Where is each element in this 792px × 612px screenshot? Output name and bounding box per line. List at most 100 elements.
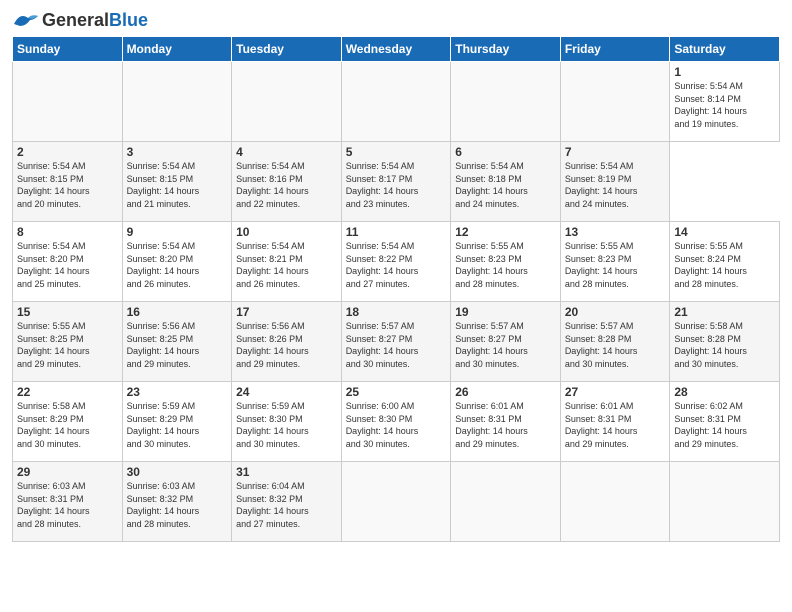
day-number: 8: [17, 225, 118, 239]
logo-icon: [12, 10, 40, 30]
day-info: Sunrise: 6:01 AMSunset: 8:31 PMDaylight:…: [455, 400, 556, 450]
day-cell-14: 14 Sunrise: 5:55 AMSunset: 8:24 PMDaylig…: [670, 222, 780, 302]
day-number: 3: [127, 145, 228, 159]
day-number: 26: [455, 385, 556, 399]
weekday-header-sunday: Sunday: [13, 37, 123, 62]
day-number: 14: [674, 225, 775, 239]
day-number: 29: [17, 465, 118, 479]
logo-text: GeneralBlue: [42, 11, 148, 29]
day-info: Sunrise: 5:54 AMSunset: 8:17 PMDaylight:…: [346, 160, 447, 210]
day-info: Sunrise: 5:57 AMSunset: 8:27 PMDaylight:…: [455, 320, 556, 370]
day-info: Sunrise: 5:58 AMSunset: 8:29 PMDaylight:…: [17, 400, 118, 450]
page-container: GeneralBlue SundayMondayTuesdayWednesday…: [0, 0, 792, 550]
day-cell-25: 25 Sunrise: 6:00 AMSunset: 8:30 PMDaylig…: [341, 382, 451, 462]
day-number: 19: [455, 305, 556, 319]
day-info: Sunrise: 5:54 AMSunset: 8:15 PMDaylight:…: [17, 160, 118, 210]
day-info: Sunrise: 5:59 AMSunset: 8:30 PMDaylight:…: [236, 400, 337, 450]
day-cell-15: 15 Sunrise: 5:55 AMSunset: 8:25 PMDaylig…: [13, 302, 123, 382]
day-cell-28: 28 Sunrise: 6:02 AMSunset: 8:31 PMDaylig…: [670, 382, 780, 462]
day-cell-13: 13 Sunrise: 5:55 AMSunset: 8:23 PMDaylig…: [560, 222, 670, 302]
day-cell-26: 26 Sunrise: 6:01 AMSunset: 8:31 PMDaylig…: [451, 382, 561, 462]
day-info: Sunrise: 5:59 AMSunset: 8:29 PMDaylight:…: [127, 400, 228, 450]
day-number: 11: [346, 225, 447, 239]
day-cell-3: 3 Sunrise: 5:54 AMSunset: 8:15 PMDayligh…: [122, 142, 232, 222]
day-number: 24: [236, 385, 337, 399]
day-cell-11: 11 Sunrise: 5:54 AMSunset: 8:22 PMDaylig…: [341, 222, 451, 302]
weekday-header-thursday: Thursday: [451, 37, 561, 62]
empty-cell: [13, 62, 123, 142]
empty-cell: [451, 62, 561, 142]
day-cell-1: 1 Sunrise: 5:54 AMSunset: 8:14 PMDayligh…: [670, 62, 780, 142]
day-info: Sunrise: 5:54 AMSunset: 8:19 PMDaylight:…: [565, 160, 666, 210]
day-cell-7: 7 Sunrise: 5:54 AMSunset: 8:19 PMDayligh…: [560, 142, 670, 222]
day-number: 20: [565, 305, 666, 319]
day-cell-4: 4 Sunrise: 5:54 AMSunset: 8:16 PMDayligh…: [232, 142, 342, 222]
day-info: Sunrise: 5:54 AMSunset: 8:20 PMDaylight:…: [127, 240, 228, 290]
calendar-week-3: 8 Sunrise: 5:54 AMSunset: 8:20 PMDayligh…: [13, 222, 780, 302]
day-info: Sunrise: 5:54 AMSunset: 8:14 PMDaylight:…: [674, 80, 775, 130]
day-number: 9: [127, 225, 228, 239]
empty-cell: [122, 62, 232, 142]
calendar-week-2: 2 Sunrise: 5:54 AMSunset: 8:15 PMDayligh…: [13, 142, 780, 222]
day-info: Sunrise: 5:58 AMSunset: 8:28 PMDaylight:…: [674, 320, 775, 370]
day-info: Sunrise: 6:04 AMSunset: 8:32 PMDaylight:…: [236, 480, 337, 530]
day-number: 23: [127, 385, 228, 399]
day-cell-9: 9 Sunrise: 5:54 AMSunset: 8:20 PMDayligh…: [122, 222, 232, 302]
day-number: 6: [455, 145, 556, 159]
day-info: Sunrise: 6:03 AMSunset: 8:32 PMDaylight:…: [127, 480, 228, 530]
day-number: 17: [236, 305, 337, 319]
day-info: Sunrise: 6:02 AMSunset: 8:31 PMDaylight:…: [674, 400, 775, 450]
day-number: 31: [236, 465, 337, 479]
day-info: Sunrise: 6:03 AMSunset: 8:31 PMDaylight:…: [17, 480, 118, 530]
weekday-header-tuesday: Tuesday: [232, 37, 342, 62]
empty-cell: [670, 462, 780, 542]
empty-cell: [232, 62, 342, 142]
calendar-week-5: 22 Sunrise: 5:58 AMSunset: 8:29 PMDaylig…: [13, 382, 780, 462]
day-info: Sunrise: 6:00 AMSunset: 8:30 PMDaylight:…: [346, 400, 447, 450]
day-info: Sunrise: 5:56 AMSunset: 8:25 PMDaylight:…: [127, 320, 228, 370]
day-number: 4: [236, 145, 337, 159]
day-info: Sunrise: 5:54 AMSunset: 8:22 PMDaylight:…: [346, 240, 447, 290]
day-number: 28: [674, 385, 775, 399]
day-info: Sunrise: 5:55 AMSunset: 8:24 PMDaylight:…: [674, 240, 775, 290]
day-cell-16: 16 Sunrise: 5:56 AMSunset: 8:25 PMDaylig…: [122, 302, 232, 382]
weekday-header-saturday: Saturday: [670, 37, 780, 62]
day-cell-22: 22 Sunrise: 5:58 AMSunset: 8:29 PMDaylig…: [13, 382, 123, 462]
day-cell-10: 10 Sunrise: 5:54 AMSunset: 8:21 PMDaylig…: [232, 222, 342, 302]
day-number: 1: [674, 65, 775, 79]
day-number: 15: [17, 305, 118, 319]
day-cell-6: 6 Sunrise: 5:54 AMSunset: 8:18 PMDayligh…: [451, 142, 561, 222]
day-number: 30: [127, 465, 228, 479]
day-info: Sunrise: 5:54 AMSunset: 8:16 PMDaylight:…: [236, 160, 337, 210]
day-info: Sunrise: 5:55 AMSunset: 8:25 PMDaylight:…: [17, 320, 118, 370]
day-info: Sunrise: 5:54 AMSunset: 8:15 PMDaylight:…: [127, 160, 228, 210]
day-cell-31: 31 Sunrise: 6:04 AMSunset: 8:32 PMDaylig…: [232, 462, 342, 542]
day-number: 12: [455, 225, 556, 239]
day-cell-8: 8 Sunrise: 5:54 AMSunset: 8:20 PMDayligh…: [13, 222, 123, 302]
weekday-header-monday: Monday: [122, 37, 232, 62]
day-cell-27: 27 Sunrise: 6:01 AMSunset: 8:31 PMDaylig…: [560, 382, 670, 462]
day-cell-21: 21 Sunrise: 5:58 AMSunset: 8:28 PMDaylig…: [670, 302, 780, 382]
day-cell-19: 19 Sunrise: 5:57 AMSunset: 8:27 PMDaylig…: [451, 302, 561, 382]
day-number: 18: [346, 305, 447, 319]
day-info: Sunrise: 5:56 AMSunset: 8:26 PMDaylight:…: [236, 320, 337, 370]
day-cell-2: 2 Sunrise: 5:54 AMSunset: 8:15 PMDayligh…: [13, 142, 123, 222]
empty-cell: [341, 462, 451, 542]
day-number: 5: [346, 145, 447, 159]
weekday-header-friday: Friday: [560, 37, 670, 62]
day-cell-17: 17 Sunrise: 5:56 AMSunset: 8:26 PMDaylig…: [232, 302, 342, 382]
day-cell-30: 30 Sunrise: 6:03 AMSunset: 8:32 PMDaylig…: [122, 462, 232, 542]
day-number: 16: [127, 305, 228, 319]
day-number: 25: [346, 385, 447, 399]
calendar-header-row: SundayMondayTuesdayWednesdayThursdayFrid…: [13, 37, 780, 62]
day-cell-12: 12 Sunrise: 5:55 AMSunset: 8:23 PMDaylig…: [451, 222, 561, 302]
calendar-week-1: 1 Sunrise: 5:54 AMSunset: 8:14 PMDayligh…: [13, 62, 780, 142]
day-number: 21: [674, 305, 775, 319]
calendar-table: SundayMondayTuesdayWednesdayThursdayFrid…: [12, 36, 780, 542]
day-cell-29: 29 Sunrise: 6:03 AMSunset: 8:31 PMDaylig…: [13, 462, 123, 542]
empty-cell: [341, 62, 451, 142]
day-number: 27: [565, 385, 666, 399]
day-number: 2: [17, 145, 118, 159]
day-cell-23: 23 Sunrise: 5:59 AMSunset: 8:29 PMDaylig…: [122, 382, 232, 462]
day-number: 22: [17, 385, 118, 399]
